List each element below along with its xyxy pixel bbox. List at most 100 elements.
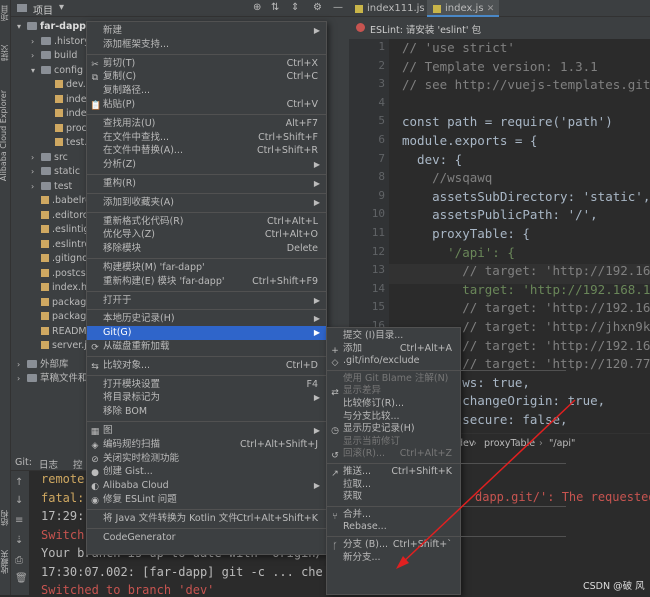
menu-item[interactable]: 与分支比较... — [327, 411, 460, 424]
tree-folder[interactable]: › static — [31, 165, 80, 179]
commit-tool-tab[interactable]: 提交 — [0, 45, 10, 61]
tree-file[interactable]: inde — [45, 107, 87, 121]
menu-item[interactable]: Git(G) ▶ — [87, 326, 326, 340]
menu-item[interactable]: 将 Java 文件转换为 Kotlin 文件 Ctrl+Alt+Shift+K — [87, 512, 326, 526]
menu-item[interactable]: ◈ 编码规约扫描 Ctrl+Alt+Shift+J — [87, 438, 326, 452]
delete-icon[interactable]: 🗑 — [15, 573, 28, 584]
tree-file[interactable]: dev. — [45, 78, 86, 92]
chevron-icon[interactable]: › — [17, 358, 27, 372]
expand-icon[interactable]: ⇕ — [291, 2, 299, 13]
menu-item[interactable]: Rebase... — [327, 521, 460, 534]
menu-item[interactable]: ⇆ 比较对象... Ctrl+D — [87, 359, 326, 373]
menu-item[interactable]: + 添加 Ctrl+Alt+A — [327, 343, 460, 356]
menu-item[interactable]: ✂ 剪切(T) Ctrl+X — [87, 57, 326, 71]
chevron-icon[interactable]: ▾ — [17, 20, 27, 34]
menu-item[interactable]: 在文件中替换(A)... Ctrl+Shift+R — [87, 144, 326, 158]
code-line[interactable]: // target: 'http://192.168. — [402, 262, 650, 280]
menu-item[interactable]: 重新格式化代码(R) Ctrl+Alt+L — [87, 215, 326, 229]
menu-item[interactable]: 移除模块 Delete — [87, 242, 326, 256]
menu-item[interactable]: 新建 ▶ — [87, 24, 326, 38]
print-icon[interactable]: ⎙ — [15, 555, 23, 566]
wrap-icon[interactable]: ≡ — [15, 515, 23, 526]
menu-item[interactable]: ◷ 显示历史记录(H) — [327, 423, 460, 436]
chevron-icon[interactable]: › — [31, 49, 41, 63]
menu-item[interactable]: 新分支... — [327, 552, 460, 565]
project-panel-title[interactable]: 项目 — [33, 2, 53, 17]
menu-item[interactable]: 打开于 ▶ — [87, 294, 326, 308]
menu-item[interactable]: 重构(R) ▶ — [87, 177, 326, 191]
tree-folder[interactable]: ▾ config — [31, 64, 83, 78]
tree-file[interactable]: .babelrc — [31, 194, 90, 208]
menu-item[interactable]: 提交 (I)目录... — [327, 330, 460, 343]
tree-file[interactable]: server.js — [31, 339, 92, 353]
cloud-explorer-tab[interactable]: Alibaba Cloud Explorer — [0, 90, 8, 181]
tree-folder[interactable]: › .history — [31, 35, 90, 49]
menu-item[interactable]: 重新构建(E) 模块 'far-dapp' Ctrl+Shift+F9 — [87, 275, 326, 289]
menu-item[interactable]: ↗ 推送... Ctrl+Shift+K — [327, 466, 460, 479]
menu-item[interactable]: ⧉ 复制(C) Ctrl+C — [87, 70, 326, 84]
menu-item[interactable]: 添加框架支持... — [87, 38, 326, 52]
chevron-icon[interactable]: › — [31, 35, 41, 49]
menu-item[interactable]: ◇ .git/info/exclude — [327, 355, 460, 368]
menu-item[interactable]: 本地历史记录(H) ▶ — [87, 312, 326, 326]
menu-item[interactable]: 比较修订(R)... — [327, 398, 460, 411]
gear-icon[interactable]: ⚙ — [313, 2, 322, 13]
tree-file[interactable]: .eslintrc — [31, 238, 90, 252]
tree-file[interactable]: .eslintig — [31, 223, 90, 237]
collapse-icon[interactable]: ⇅ — [271, 2, 279, 13]
code-line[interactable]: const path = require('path') — [402, 113, 613, 131]
code-line[interactable]: '/api': { — [402, 244, 515, 262]
code-line[interactable]: // Template version: 1.3.1 — [402, 58, 598, 76]
menu-item[interactable]: ◉ 修复 ESLint 问题 — [87, 493, 326, 507]
menu-item[interactable]: 获取 — [327, 491, 460, 504]
menu-item[interactable]: 拉取... — [327, 479, 460, 492]
tab-index111-js[interactable]: index111.js — [349, 0, 427, 17]
menu-item[interactable]: ᚴ 分支 (B)... Ctrl+Shift+` — [327, 539, 460, 552]
chevron-icon[interactable]: › — [31, 180, 41, 194]
structure-tool-tab[interactable]: 结构 — [0, 510, 10, 526]
menu-item[interactable]: 移除 BOM — [87, 405, 326, 419]
tree-folder[interactable]: › build — [31, 49, 77, 63]
code-line[interactable]: module.exports = { — [402, 132, 537, 150]
menu-item[interactable]: CodeGenerator — [87, 531, 326, 545]
tree-file[interactable]: .postcss — [31, 267, 91, 281]
locate-icon[interactable]: ⊕ — [253, 2, 261, 13]
chevron-down-icon[interactable]: ▾ — [59, 2, 64, 13]
code-line[interactable]: dev: { — [402, 151, 462, 169]
tree-folder[interactable]: › test — [31, 180, 72, 194]
tree-file[interactable]: test. — [45, 136, 87, 150]
menu-item[interactable]: 构建模块(M) 'far-dapp' — [87, 261, 326, 275]
tree-file[interactable]: index.ht — [31, 281, 91, 295]
code-line[interactable]: assetsPublicPath: '/', — [402, 206, 598, 224]
tree-folder[interactable]: › src — [31, 151, 68, 165]
menu-item[interactable]: ⟳ 从磁盘重新加载 — [87, 340, 326, 354]
menu-item[interactable]: ⑂ 合并... — [327, 509, 460, 522]
code-line[interactable]: // 'use strict' — [402, 39, 515, 57]
menu-item[interactable]: 优化导入(Z) Ctrl+Alt+O — [87, 228, 326, 242]
menu-item[interactable]: ● 创建 Gist... — [87, 465, 326, 479]
menu-item[interactable]: ◐ Alibaba Cloud ▶ — [87, 479, 326, 493]
tree-file[interactable]: inde — [45, 93, 87, 107]
tab-console[interactable]: 控 — [73, 457, 83, 471]
code-line[interactable]: target: 'http://192.168.1.2 — [402, 281, 650, 299]
breadcrumb-item[interactable]: "/api" — [549, 438, 575, 449]
tree-file[interactable]: packag — [31, 310, 86, 324]
project-tool-tab[interactable]: 项目 — [0, 5, 10, 21]
chevron-icon[interactable]: › — [31, 165, 41, 179]
tab-git[interactable]: Git: — [15, 457, 32, 468]
minimize-icon[interactable]: — — [333, 2, 343, 13]
tree-file[interactable]: packag — [31, 296, 86, 310]
chevron-icon[interactable]: › — [31, 151, 41, 165]
menu-item[interactable]: 分析(Z) ▶ — [87, 158, 326, 172]
code-line[interactable]: assetsSubDirectory: 'static', — [402, 188, 650, 206]
menu-item[interactable]: 在文件中查找... Ctrl+Shift+F — [87, 131, 326, 145]
tree-file[interactable]: .editorc — [31, 209, 88, 223]
menu-item[interactable]: 📋 粘贴(P) Ctrl+V — [87, 98, 326, 112]
code-line[interactable]: proxyTable: { — [402, 225, 530, 243]
menu-item[interactable]: 添加到收藏夹(A) ▶ — [87, 196, 326, 210]
tree-file[interactable]: proc — [45, 122, 87, 136]
breadcrumb-item[interactable]: proxyTable — [484, 438, 535, 449]
close-icon[interactable]: ✕ — [487, 4, 495, 14]
scroll-up-icon[interactable]: ↑ — [15, 477, 23, 488]
code-line[interactable]: // target: 'http://192.168. — [402, 299, 650, 317]
